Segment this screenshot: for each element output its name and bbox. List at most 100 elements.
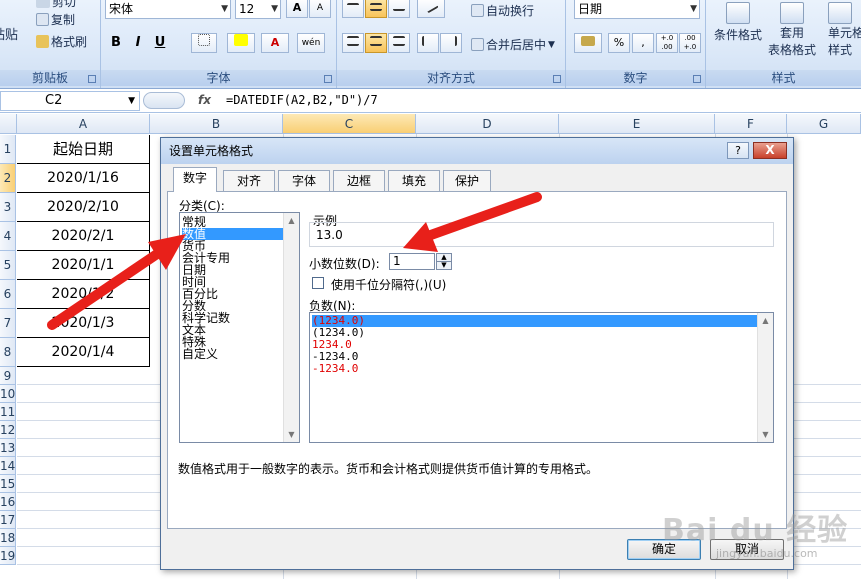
align-middle-button[interactable] [365, 0, 387, 18]
scroll-down-icon[interactable]: ▼ [284, 427, 299, 442]
select-all-corner[interactable] [0, 114, 17, 134]
negative-format-item[interactable]: -1234.0 [312, 351, 757, 363]
row-header[interactable]: 11 [0, 403, 16, 421]
row-header[interactable]: 19 [0, 547, 16, 565]
column-header-a[interactable]: A [17, 114, 150, 134]
decimal-spinner[interactable]: ▲ ▼ [436, 253, 452, 270]
tab-fill[interactable]: 填充 [388, 170, 440, 191]
cell-a1[interactable]: 起始日期 [17, 135, 150, 164]
increase-indent-button[interactable] [440, 33, 462, 53]
conditional-format-button[interactable]: 条件格式 [714, 2, 762, 43]
bold-button[interactable]: B [105, 33, 127, 53]
tab-protection[interactable]: 保护 [443, 170, 491, 191]
decimal-places-input[interactable]: 1 [389, 253, 435, 270]
tab-number[interactable]: 数字 [173, 167, 217, 192]
row-header[interactable]: 8 [0, 338, 16, 367]
cut-button[interactable]: 剪切 [36, 0, 76, 10]
copy-button[interactable]: 复制 [36, 11, 75, 28]
name-box[interactable]: C2 ▼ [0, 91, 140, 111]
font-launcher-icon[interactable] [324, 75, 332, 83]
paste-button[interactable]: 贴贴 [0, 24, 18, 43]
row-header[interactable]: 1 [0, 135, 16, 164]
cell-a4[interactable]: 2020/2/1 [17, 222, 150, 251]
row-header[interactable]: 15 [0, 475, 16, 493]
category-scrollbar[interactable]: ▲ ▼ [283, 213, 299, 442]
percent-button[interactable]: % [608, 33, 630, 53]
column-header-e[interactable]: E [559, 114, 715, 134]
row-header[interactable]: 3 [0, 193, 16, 222]
tab-alignment[interactable]: 对齐 [223, 170, 275, 191]
comma-button[interactable]: , [632, 33, 654, 53]
cell-a5[interactable]: 2020/1/1 [17, 251, 150, 280]
row-header[interactable]: 16 [0, 493, 16, 511]
phonetic-button[interactable]: wén [297, 33, 325, 53]
row-header[interactable]: 9 [0, 367, 16, 385]
row-header[interactable]: 10 [0, 385, 16, 403]
increase-decimal-button[interactable]: +.0 .00 [656, 33, 678, 53]
accounting-format-button[interactable] [574, 33, 602, 53]
fill-color-button[interactable] [227, 33, 255, 53]
column-header-d[interactable]: D [416, 114, 559, 134]
row-header[interactable]: 2 [0, 164, 16, 193]
underline-button[interactable]: U [149, 33, 171, 53]
thousands-separator-checkbox[interactable] [312, 277, 324, 289]
merge-center-button[interactable]: 合并后居中 ▼ [471, 36, 555, 53]
font-name-combo[interactable]: 宋体 ▼ [105, 0, 231, 19]
negative-list-scrollbar[interactable]: ▲ ▼ [757, 313, 773, 442]
row-header[interactable]: 12 [0, 421, 16, 439]
negative-format-item[interactable]: -1234.0 [312, 363, 757, 375]
column-header-f[interactable]: F [715, 114, 787, 134]
negative-format-item[interactable]: 1234.0 [312, 339, 757, 351]
column-header-b[interactable]: B [150, 114, 283, 134]
category-item[interactable]: 自定义 [182, 348, 284, 360]
cell-a8[interactable]: 2020/1/4 [17, 338, 150, 367]
cell-a3[interactable]: 2020/2/10 [17, 193, 150, 222]
align-right-button[interactable] [388, 33, 410, 53]
font-color-button[interactable]: A [261, 33, 289, 53]
grow-font-button[interactable]: A [286, 0, 308, 18]
font-size-combo[interactable]: 12 ▼ [235, 0, 281, 19]
scroll-up-icon[interactable]: ▲ [758, 313, 773, 328]
scroll-up-icon[interactable]: ▲ [284, 213, 299, 228]
wrap-text-button[interactable]: 自动换行 [471, 2, 534, 19]
align-bottom-button[interactable] [388, 0, 410, 18]
align-center-button[interactable] [365, 33, 387, 53]
align-top-button[interactable] [342, 0, 364, 18]
orientation-button[interactable] [417, 0, 445, 18]
number-launcher-icon[interactable] [693, 75, 701, 83]
category-list[interactable]: 常规 数值 货币 会计专用 日期 时间 百分比 分数 科学记数 文本 特殊 自定… [179, 212, 300, 443]
scroll-down-icon[interactable]: ▼ [758, 427, 773, 442]
clipboard-launcher-icon[interactable] [88, 75, 96, 83]
cell-styles-button[interactable]: 单元格 样式 [828, 2, 861, 58]
formula-bar-splitter[interactable] [143, 92, 185, 109]
close-button[interactable]: X [753, 142, 787, 159]
italic-button[interactable]: I [127, 33, 149, 53]
row-header[interactable]: 6 [0, 280, 16, 309]
shrink-font-button[interactable]: A [309, 0, 331, 18]
cell-a6[interactable]: 2020/1/2 [17, 280, 150, 309]
format-as-table-button[interactable]: 套用 表格格式 [768, 2, 816, 58]
column-header-g[interactable]: G [787, 114, 861, 134]
insert-function-icon[interactable]: fx [198, 93, 211, 107]
row-header[interactable]: 13 [0, 439, 16, 457]
decrease-decimal-button[interactable]: .00 +.0 [679, 33, 701, 53]
row-header[interactable]: 18 [0, 529, 16, 547]
formula-input[interactable]: =DATEDIF(A2,B2,"D")/7 [226, 93, 378, 107]
negative-format-item-selected[interactable]: (1234.0) [312, 315, 757, 327]
row-header[interactable]: 7 [0, 309, 16, 338]
format-painter-button[interactable]: 格式刷 [36, 33, 87, 50]
border-button[interactable] [191, 33, 217, 53]
negative-numbers-list[interactable]: (1234.0) (1234.0) 1234.0 -1234.0 -1234.0… [309, 312, 774, 443]
negative-format-item[interactable]: (1234.0) [312, 327, 757, 339]
alignment-launcher-icon[interactable] [553, 75, 561, 83]
row-header[interactable]: 5 [0, 251, 16, 280]
spin-down-icon[interactable]: ▼ [437, 262, 451, 270]
align-left-button[interactable] [342, 33, 364, 53]
row-header[interactable]: 4 [0, 222, 16, 251]
number-format-combo[interactable]: 日期 ▼ [574, 0, 700, 19]
column-header-c[interactable]: C [283, 114, 416, 134]
help-button[interactable]: ? [727, 142, 749, 159]
tab-border[interactable]: 边框 [333, 170, 385, 191]
cell-a7[interactable]: 2020/1/3 [17, 309, 150, 338]
row-header[interactable]: 17 [0, 511, 16, 529]
